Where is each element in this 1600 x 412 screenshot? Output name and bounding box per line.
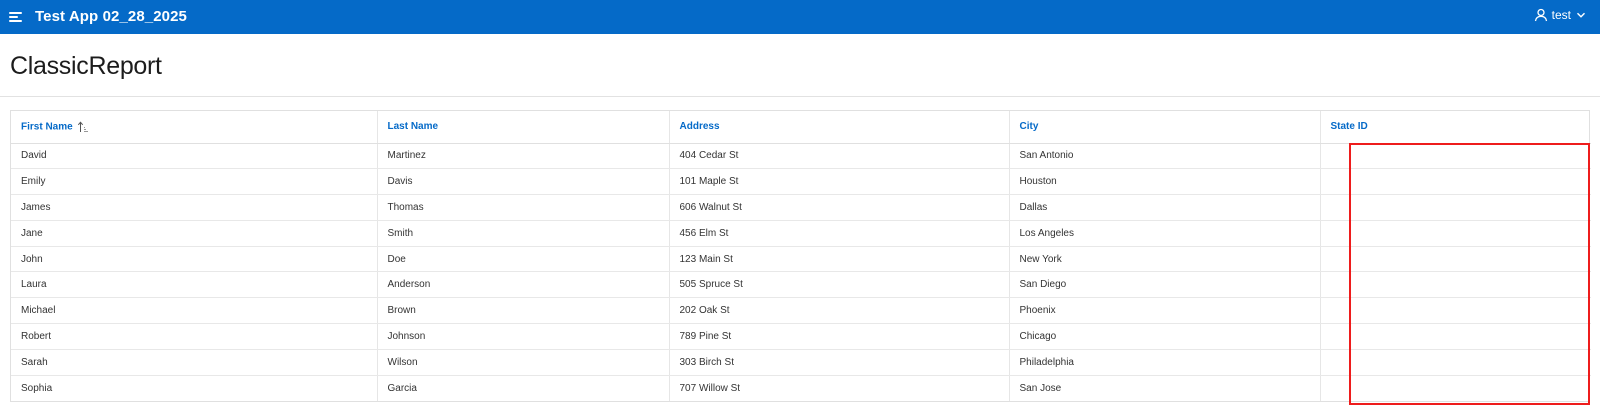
app-title[interactable]: Test App 02_28_2025 xyxy=(35,8,187,25)
table-row: John Doe 123 Main St New York xyxy=(11,246,1591,273)
cell-last-name: Garcia xyxy=(377,375,670,401)
cell-last-name: Davis xyxy=(377,168,670,196)
cell-first-name: Sophia xyxy=(11,375,378,401)
cell-first-name: Laura xyxy=(11,271,378,299)
cell-city: San Diego xyxy=(1009,271,1321,299)
user-name: test xyxy=(1551,8,1571,22)
table-row: Laura Anderson 505 Spruce St San Diego xyxy=(11,271,1591,299)
cell-address: 505 Spruce St xyxy=(669,271,1010,299)
cell-last-name: Martinez xyxy=(377,143,670,170)
cell-city: Dallas xyxy=(1009,194,1321,221)
cell-address: 202 Oak St xyxy=(669,297,1010,325)
cell-first-name: David xyxy=(11,143,378,170)
cell-city: Phoenix xyxy=(1009,297,1321,325)
cell-address: 789 Pine St xyxy=(669,323,1010,350)
cell-last-name: Thomas xyxy=(377,194,670,221)
table-row: Sarah Wilson 303 Birch St Philadelphia xyxy=(11,349,1591,376)
table-row: Jane Smith 456 Elm St Los Angeles xyxy=(11,220,1591,247)
cell-city: Philadelphia xyxy=(1009,349,1321,376)
cell-first-name: Robert xyxy=(11,323,378,350)
cell-city: Houston xyxy=(1009,168,1321,196)
cell-first-name: John xyxy=(11,246,378,273)
title-divider xyxy=(0,96,1600,97)
table-header-row: First Name Last Name Address City State … xyxy=(11,111,1591,144)
top-navigation-bar: Test App 02_28_2025 test xyxy=(0,0,1600,34)
cell-city: San Antonio xyxy=(1009,143,1321,170)
table-row: Sophia Garcia 707 Willow St San Jose xyxy=(11,375,1591,401)
cell-state-id xyxy=(1320,323,1591,350)
cell-city: Chicago xyxy=(1009,323,1321,350)
cell-last-name: Johnson xyxy=(377,323,670,350)
column-header-last-name[interactable]: Last Name xyxy=(377,111,670,144)
column-header-address[interactable]: Address xyxy=(669,111,1010,144)
sort-ascending-icon xyxy=(78,121,89,132)
table-row: Michael Brown 202 Oak St Phoenix xyxy=(11,297,1591,325)
column-header-city[interactable]: City xyxy=(1009,111,1321,144)
chevron-down-icon xyxy=(1576,12,1586,18)
table-row: Emily Davis 101 Maple St Houston xyxy=(11,168,1591,196)
cell-first-name: Sarah xyxy=(11,349,378,376)
cell-state-id xyxy=(1320,220,1591,247)
cell-last-name: Anderson xyxy=(377,271,670,299)
cell-address: 123 Main St xyxy=(669,246,1010,273)
cell-city: Los Angeles xyxy=(1009,220,1321,247)
cell-state-id xyxy=(1320,271,1591,299)
classic-report-region: First Name Last Name Address City State … xyxy=(10,110,1591,402)
column-header-first-name[interactable]: First Name xyxy=(11,111,378,144)
cell-address: 404 Cedar St xyxy=(669,143,1010,170)
cell-last-name: Brown xyxy=(377,297,670,325)
cell-address: 101 Maple St xyxy=(669,168,1010,196)
cell-first-name: Jane xyxy=(11,220,378,247)
cell-address: 707 Willow St xyxy=(669,375,1010,401)
table-row: David Martinez 404 Cedar St San Antonio xyxy=(11,143,1591,170)
cell-state-id xyxy=(1320,168,1591,196)
cell-state-id xyxy=(1320,349,1591,376)
user-menu-button[interactable]: test xyxy=(1534,8,1586,22)
cell-first-name: Michael xyxy=(11,297,378,325)
cell-state-id xyxy=(1320,143,1591,170)
cell-address: 303 Birch St xyxy=(669,349,1010,376)
cell-last-name: Wilson xyxy=(377,349,670,376)
cell-first-name: James xyxy=(11,194,378,221)
cell-address: 606 Walnut St xyxy=(669,194,1010,221)
cell-last-name: Doe xyxy=(377,246,670,273)
hamburger-menu-icon[interactable] xyxy=(9,9,25,25)
table-row: Robert Johnson 789 Pine St Chicago xyxy=(11,323,1591,350)
cell-first-name: Emily xyxy=(11,168,378,196)
column-header-state-id[interactable]: State ID xyxy=(1320,111,1591,144)
cell-last-name: Smith xyxy=(377,220,670,247)
cell-address: 456 Elm St xyxy=(669,220,1010,247)
cell-state-id xyxy=(1320,375,1591,401)
cell-city: San Jose xyxy=(1009,375,1321,401)
cell-city: New York xyxy=(1009,246,1321,273)
cell-state-id xyxy=(1320,297,1591,325)
report-table: First Name Last Name Address City State … xyxy=(11,111,1591,401)
user-icon xyxy=(1534,8,1547,22)
page-title: ClassicReport xyxy=(10,52,162,80)
cell-state-id xyxy=(1320,246,1591,273)
table-row: James Thomas 606 Walnut St Dallas xyxy=(11,194,1591,221)
cell-state-id xyxy=(1320,194,1591,221)
